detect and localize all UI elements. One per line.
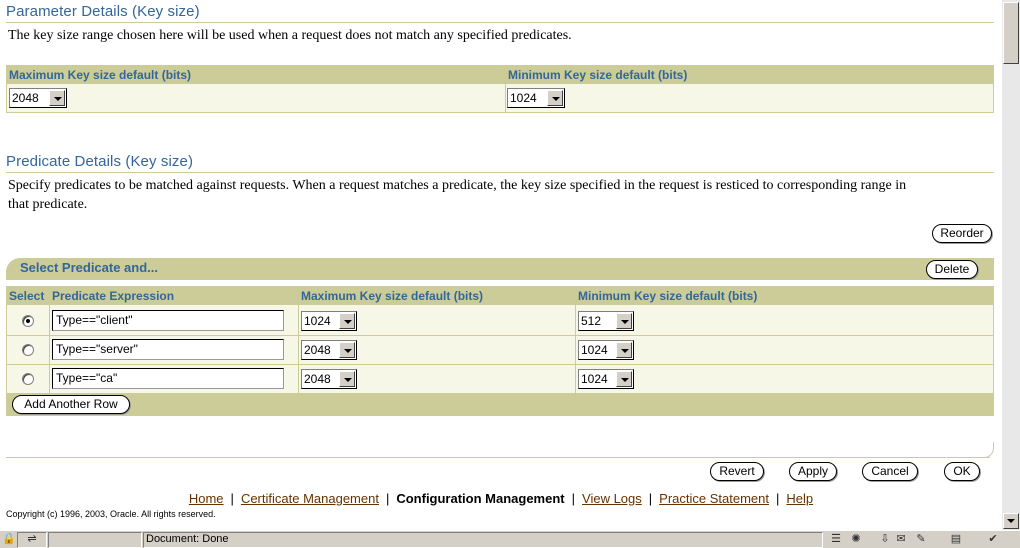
- min-column-header: Minimum Key size default (bits): [576, 287, 993, 305]
- chevron-down-icon[interactable]: [339, 342, 355, 358]
- predicate-details-title: Predicate Details (Key size): [6, 153, 194, 170]
- scroll-down-arrow-icon[interactable]: [1003, 513, 1019, 529]
- parameter-details-title: Parameter Details (Key size): [6, 3, 200, 20]
- corner-decoration: [984, 442, 994, 458]
- max-keysize-header: Maximum Key size default (bits): [7, 66, 505, 84]
- parameter-description: The key size range chosen here will be u…: [8, 28, 572, 43]
- predicate-description-line2: that predicate.: [8, 197, 88, 212]
- row-min-keysize-select[interactable]: 1024: [578, 340, 634, 360]
- max-keysize-select[interactable]: 2048: [9, 88, 67, 108]
- parameter-table: Maximum Key size default (bits) Minimum …: [6, 65, 994, 113]
- list-icon[interactable]: ☰: [828, 533, 844, 546]
- row-max-keysize-select[interactable]: 1024: [301, 311, 357, 331]
- section-rule: [6, 172, 994, 173]
- vertical-scrollbar[interactable]: [1002, 0, 1020, 530]
- chevron-down-icon[interactable]: [339, 371, 355, 387]
- row-select-radio[interactable]: [22, 315, 34, 327]
- row-max-keysize-select[interactable]: 2048: [301, 340, 357, 360]
- page-content: Parameter Details (Key size) The key siz…: [0, 0, 1002, 530]
- row-select-radio[interactable]: [22, 373, 34, 385]
- lock-icon: 🔒: [2, 533, 16, 545]
- sparkle-icon[interactable]: ✺: [848, 533, 864, 546]
- footer-navigation: Home | Certificate Management | Configuratio…: [188, 491, 814, 506]
- predicate-expression-input[interactable]: Type=="ca": [52, 368, 284, 389]
- row-min-keysize-select[interactable]: 1024: [578, 369, 634, 389]
- expression-column-header: Predicate Expression: [50, 287, 298, 305]
- status-text: Document: Done: [146, 533, 229, 545]
- status-progress-cell: [48, 532, 142, 548]
- footer-link-help[interactable]: Help: [786, 491, 813, 506]
- predicate-description-line1: Specify predicates to be matched against…: [8, 178, 907, 193]
- chevron-down-icon[interactable]: [49, 90, 65, 106]
- col-divider: [298, 287, 299, 393]
- reorder-button[interactable]: Reorder: [932, 224, 992, 243]
- address-book-icon[interactable]: ▤: [948, 533, 964, 546]
- min-keysize-header: Minimum Key size default (bits): [506, 66, 993, 84]
- status-bar: 🔒 ⇌ Document: Done ☰ ✺ ⇩ ✉ ✎ ▤ ✔: [0, 530, 1020, 548]
- composer-icon[interactable]: ✎: [913, 533, 929, 546]
- footer-link-view-logs[interactable]: View Logs: [582, 491, 642, 506]
- row-min-keysize-select[interactable]: 512: [578, 311, 634, 331]
- chevron-down-icon[interactable]: [616, 313, 632, 329]
- status-text-cell: [143, 532, 823, 548]
- download-icon[interactable]: ⇩: [877, 533, 893, 546]
- chevron-down-icon[interactable]: [616, 371, 632, 387]
- delete-button[interactable]: Delete: [926, 260, 978, 279]
- select-predicate-bar: Select Predicate and... Delete: [6, 258, 994, 280]
- add-another-row-button[interactable]: Add Another Row: [12, 395, 130, 414]
- connection-indicator: ⇌: [17, 532, 47, 548]
- col-divider: [505, 66, 506, 112]
- scrollbar-thumb[interactable]: [1003, 2, 1019, 64]
- ok-button[interactable]: OK: [944, 462, 980, 481]
- footer-link-home[interactable]: Home: [189, 491, 224, 506]
- plug-icon: ⇌: [27, 533, 37, 545]
- row-max-keysize-select[interactable]: 2048: [301, 369, 357, 389]
- min-keysize-select[interactable]: 1024: [507, 88, 565, 108]
- select-predicate-title: Select Predicate and...: [20, 260, 159, 275]
- email-icon[interactable]: ✉: [893, 533, 909, 546]
- copyright: Copyright (c) 1996, 2003, Oracle. All ri…: [6, 509, 216, 519]
- section-rule: [6, 22, 994, 23]
- add-row-bar: Add Another Row: [7, 394, 993, 415]
- chevron-down-icon[interactable]: [547, 90, 563, 106]
- predicate-expression-input[interactable]: Type=="client": [52, 310, 284, 331]
- row-divider: [7, 335, 993, 336]
- apply-button[interactable]: Apply: [789, 462, 837, 481]
- chevron-down-icon[interactable]: [616, 342, 632, 358]
- max-column-header: Maximum Key size default (bits): [299, 287, 575, 305]
- footer-link-certificate-management[interactable]: Certificate Management: [241, 491, 379, 506]
- check-icon[interactable]: ✔: [985, 533, 1001, 546]
- select-column-header: Select: [7, 287, 49, 305]
- revert-button[interactable]: Revert: [710, 462, 764, 481]
- row-divider: [7, 364, 993, 365]
- section-rule: [6, 457, 990, 458]
- col-divider: [49, 287, 50, 393]
- predicate-table: Select Predicate Expression Maximum Key …: [6, 286, 994, 416]
- footer-current-configuration-management: Configuration Management: [396, 491, 565, 506]
- footer-link-practice-statement[interactable]: Practice Statement: [659, 491, 769, 506]
- cancel-button[interactable]: Cancel: [862, 462, 918, 481]
- row-select-radio[interactable]: [22, 344, 34, 356]
- predicate-expression-input[interactable]: Type=="server": [52, 339, 284, 360]
- col-divider: [575, 287, 576, 393]
- chevron-down-icon[interactable]: [339, 313, 355, 329]
